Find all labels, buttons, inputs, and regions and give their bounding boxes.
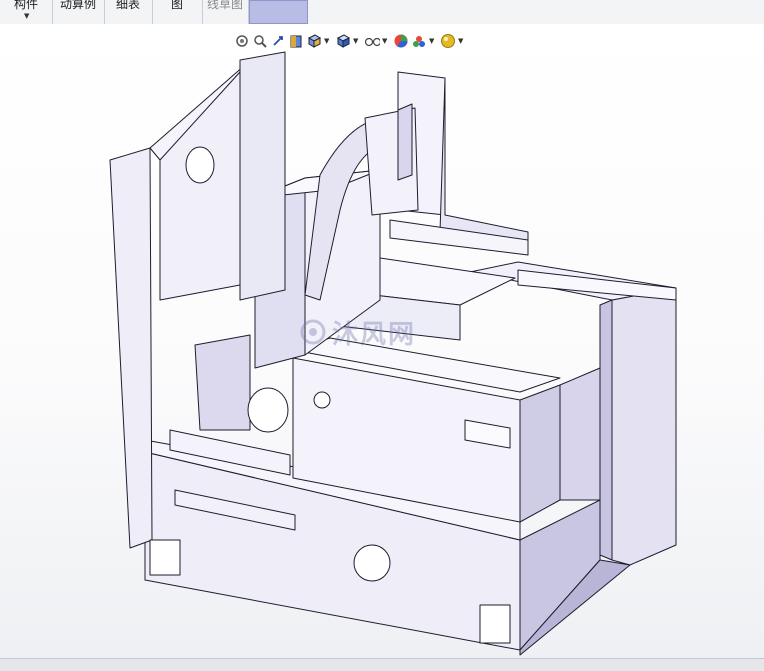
status-bar bbox=[0, 658, 764, 671]
tab-bill-of-materials[interactable]: 细表 bbox=[104, 0, 153, 24]
chevron-down-icon: ▼ bbox=[24, 12, 30, 20]
tab-assembly[interactable]: 构件 ▼ bbox=[0, 0, 53, 24]
tab-motion-study[interactable]: 动算例 bbox=[52, 0, 105, 24]
tab-sketch[interactable]: 线草图 bbox=[202, 0, 249, 24]
tab-active[interactable] bbox=[249, 0, 308, 24]
watermark-text: 沐风网 bbox=[332, 319, 417, 350]
watermark: 沐风网 bbox=[300, 312, 480, 352]
command-manager-ribbon: 构件 ▼ 动算例 细表 图 线草图 bbox=[0, 0, 764, 25]
tab-drawing[interactable]: 图 bbox=[152, 0, 203, 24]
watermark-logo-icon bbox=[300, 319, 326, 345]
